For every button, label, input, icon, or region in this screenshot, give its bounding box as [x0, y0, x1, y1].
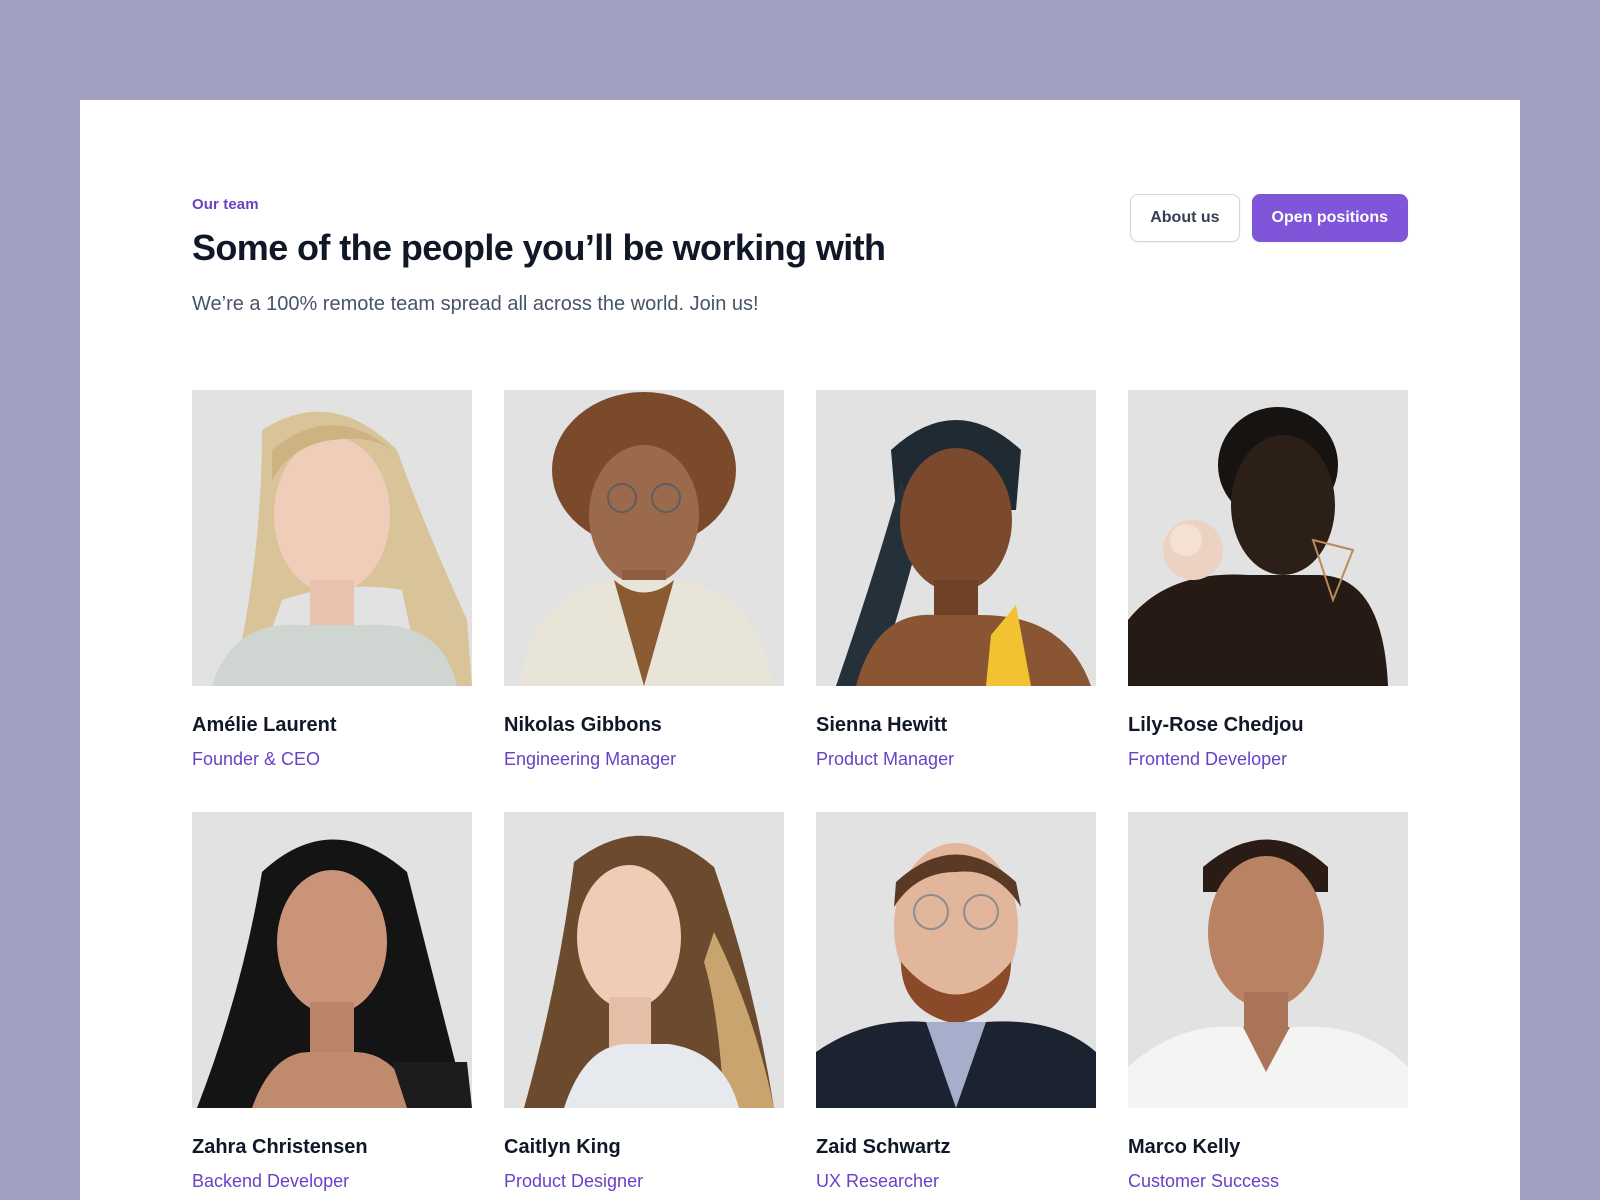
portrait-image — [1128, 812, 1408, 1108]
section-subtitle: We’re a 100% remote team spread all acro… — [192, 293, 759, 315]
team-member-name: Nikolas Gibbons — [504, 714, 662, 736]
portrait-image — [504, 812, 784, 1108]
team-member-card: Sienna Hewitt Product Manager — [816, 390, 1096, 770]
team-member-role: Product Manager — [816, 749, 955, 769]
team-member-role: Engineering Manager — [504, 749, 677, 769]
team-member-photo — [1128, 390, 1408, 686]
team-member-card: Nikolas Gibbons Engineering Manager — [504, 390, 784, 770]
team-member-role: Customer Success — [1128, 1171, 1280, 1191]
team-member-role: UX Researcher — [816, 1171, 940, 1191]
open-positions-button[interactable]: Open positions — [1251, 194, 1408, 242]
about-us-button[interactable]: About us — [1130, 194, 1240, 242]
team-member-card: Lily-Rose Chedjou Frontend Developer — [1128, 390, 1408, 770]
team-member-card: Zaid Schwartz UX Researcher — [816, 812, 1096, 1192]
team-member-name: Zahra Christensen — [192, 1136, 368, 1158]
team-member-photo — [192, 390, 472, 686]
team-member-role: Founder & CEO — [192, 749, 321, 769]
team-member-name: Sienna Hewitt — [816, 714, 948, 736]
team-member-card: Amélie Laurent Founder & CEO — [192, 390, 472, 770]
team-member-photo — [816, 812, 1096, 1108]
team-member-name: Zaid Schwartz — [816, 1136, 951, 1158]
team-member-name: Lily-Rose Chedjou — [1128, 714, 1304, 736]
team-member-role: Frontend Developer — [1128, 749, 1288, 769]
team-member-role: Backend Developer — [192, 1171, 350, 1191]
team-member-photo — [1128, 812, 1408, 1108]
team-member-photo — [192, 812, 472, 1108]
team-member-card: Marco Kelly Customer Success — [1128, 812, 1408, 1192]
team-member-photo — [504, 812, 784, 1108]
team-section: Our team Some of the people you’ll be wo… — [80, 100, 1520, 1200]
portrait-image — [504, 390, 784, 686]
team-member-card: Caitlyn King Product Designer — [504, 812, 784, 1192]
section-header: Our team Some of the people you’ll be wo… — [192, 194, 1408, 316]
portrait-image — [192, 390, 472, 686]
portrait-image — [1128, 390, 1408, 686]
portrait-image — [816, 390, 1096, 686]
team-grid: Amélie Laurent Founder & CEO Nikolas Gib… — [192, 390, 1408, 1192]
header-actions: About us Open positions — [1130, 194, 1408, 242]
portrait-image — [816, 812, 1096, 1108]
team-member-name: Amélie Laurent — [192, 714, 337, 736]
team-member-card: Zahra Christensen Backend Developer — [192, 812, 472, 1192]
team-member-role: Product Designer — [504, 1171, 644, 1191]
team-member-photo — [504, 390, 784, 686]
team-member-name: Marco Kelly — [1128, 1136, 1241, 1158]
team-member-name: Caitlyn King — [504, 1136, 621, 1158]
portrait-image — [192, 812, 472, 1108]
team-member-photo — [816, 390, 1096, 686]
